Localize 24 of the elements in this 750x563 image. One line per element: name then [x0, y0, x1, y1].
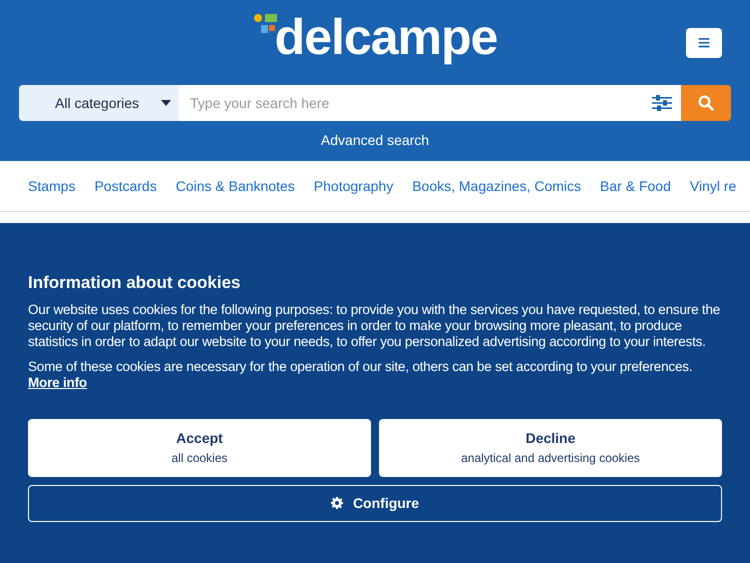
category-link[interactable]: Photography	[314, 176, 394, 196]
category-dropdown[interactable]: All categories	[19, 85, 179, 121]
gear-icon	[330, 497, 343, 509]
cookie-choice-button[interactable]: Decline analytical and advertising cookies	[379, 418, 722, 476]
filter-icon[interactable]	[652, 95, 672, 111]
category-link[interactable]: Bar & Food	[600, 176, 671, 196]
category-link[interactable]: Coins & Banknotes	[176, 176, 295, 196]
category-link[interactable]: Vinyl re	[690, 176, 736, 196]
cookie-description: Our website uses cookies for the following purposes: to provide you with the services you have requested, to ensure the security of our platform, to remember your preferences in order to make your browsing more pleasant, to produce statistics in order to adapt our website to your needs, to offer you personalized advertising according to your interests.	[28, 302, 722, 350]
advanced-search-link[interactable]: Advanced search	[320, 132, 430, 148]
category-link[interactable]: Books, Magazines, Comics	[412, 176, 582, 196]
cookie-choice-button[interactable]: Accept all cookies	[28, 418, 371, 476]
configure-button[interactable]: Configure	[28, 484, 722, 522]
category-link[interactable]: Stamps	[28, 176, 76, 196]
cookie-title: Information about cookies	[28, 272, 242, 294]
more-info-link[interactable]: More info	[28, 374, 87, 390]
category-link[interactable]: Postcards	[94, 176, 157, 196]
search-field[interactable]: Type your search here	[179, 85, 643, 121]
caret-icon	[161, 100, 171, 106]
menu-button[interactable]: ≡	[686, 28, 722, 58]
search-icon	[698, 95, 714, 111]
logo[interactable]: delcampe	[274, 10, 498, 64]
cookie-note: Some of these cookies are necessary for the operation of our site, others can be set according to your preferences. More info	[28, 358, 694, 390]
search-button[interactable]	[681, 85, 731, 121]
